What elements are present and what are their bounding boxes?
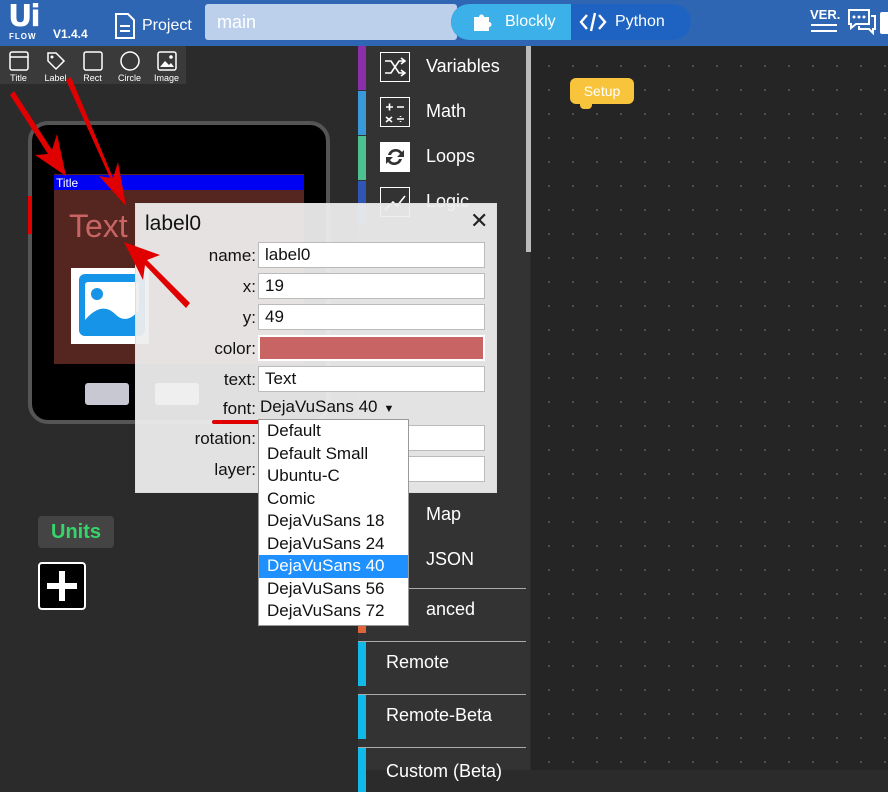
arrow-to-title	[10, 91, 66, 176]
annotation-arrows	[10, 77, 190, 308]
arrow-to-text-small	[124, 242, 190, 308]
arrow-to-text	[66, 77, 126, 206]
